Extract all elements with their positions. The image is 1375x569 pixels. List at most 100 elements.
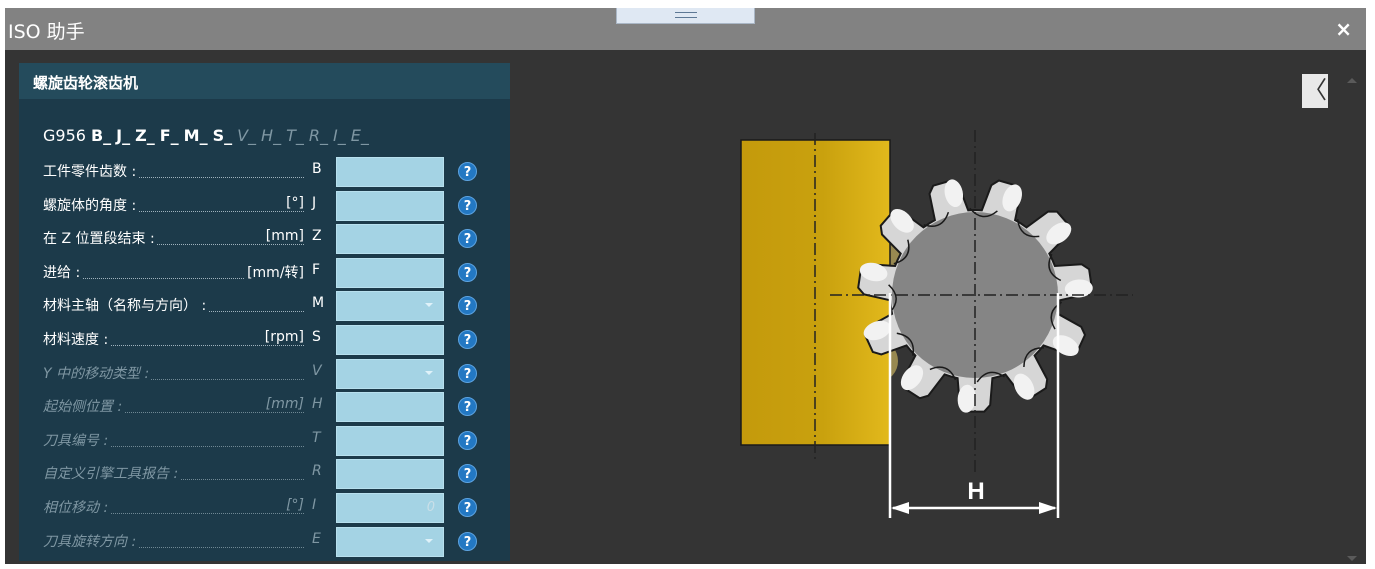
param-letter: S (312, 329, 321, 345)
param-input[interactable] (336, 426, 444, 456)
scroll-down-icon[interactable] (1347, 556, 1357, 561)
param-letter: I (312, 497, 317, 513)
param-unit: [rpm] (262, 329, 304, 345)
drag-handle-icon (675, 12, 697, 18)
param-unit: [mm/转] (245, 262, 304, 282)
param-label-text: 刀具旋转方向 : (43, 531, 139, 551)
param-label: 刀具编号 : (43, 430, 304, 452)
param-label-text: 起始侧位置 : (43, 396, 125, 416)
gcode-param-inactive: H_ (261, 126, 282, 145)
param-input[interactable] (336, 325, 444, 355)
param-row-z: 在 Z 位置段结束 : [mm] Z? (43, 224, 495, 254)
help-icon[interactable]: ? (458, 162, 477, 181)
gcode-param-inactive: I_ (332, 126, 346, 145)
help-icon[interactable]: ? (458, 397, 477, 416)
param-letter: R (312, 463, 322, 479)
dimension-arrow-right (1039, 502, 1057, 514)
param-label: 在 Z 位置段结束 : [mm] (43, 228, 304, 250)
scroll-up-icon[interactable] (1347, 78, 1357, 83)
param-row-v: Y 中的移动类型 : V? (43, 359, 495, 389)
gcode-param-inactive: T_ (286, 126, 304, 145)
help-icon[interactable]: ? (458, 498, 477, 517)
param-row-f: 进给 : [mm/转] F? (43, 258, 495, 288)
param-label: 相位移动 : [°] (43, 497, 304, 519)
param-label: Y 中的移动类型 : (43, 363, 304, 385)
param-unit: [°] (284, 195, 304, 211)
gcode-param-inactive: E_ (350, 126, 369, 145)
dropdown-arrow-icon (425, 539, 433, 543)
param-dropdown[interactable] (336, 291, 444, 321)
window-title: ISO 助手 (8, 21, 85, 43)
gcode-param-active: Z_ (135, 126, 155, 145)
panel-title: 螺旋齿轮滚齿机 (33, 74, 139, 92)
param-row-m: 材料主轴（名称与方向） : M? (43, 291, 495, 321)
param-label-text: 工件零件齿数 : (43, 161, 139, 181)
param-label: 刀具旋转方向 : (43, 531, 304, 553)
param-letter: H (312, 396, 323, 412)
gcode-param-inactive: R_ (308, 126, 328, 145)
gcode-param-active: S_ (212, 126, 233, 145)
param-label-text: 材料速度 : (43, 329, 111, 349)
param-label: 自定义引擎工具报告 : (43, 463, 304, 485)
collapse-icon[interactable]: 〈 (1302, 74, 1328, 108)
param-label-text: 相位移动 : (43, 497, 111, 517)
help-icon[interactable]: ? (458, 229, 477, 248)
help-icon[interactable]: ? (458, 464, 477, 483)
param-label: 工件零件齿数 : (43, 161, 304, 183)
param-label: 起始侧位置 : [mm] (43, 396, 304, 418)
param-letter: F (312, 262, 321, 278)
param-letter: V (312, 363, 322, 379)
help-icon[interactable]: ? (458, 263, 477, 282)
help-icon[interactable]: ? (458, 330, 477, 349)
dimension-label: H (967, 478, 984, 505)
help-icon[interactable]: ? (458, 431, 477, 450)
gcode-param-active: F_ (159, 126, 179, 145)
param-input[interactable]: 0 (336, 493, 444, 523)
param-input[interactable] (336, 224, 444, 254)
param-input[interactable] (336, 191, 444, 221)
param-value: 0 (426, 500, 435, 515)
dropdown-arrow-icon (425, 303, 433, 307)
param-label-text: 材料主轴（名称与方向） : (43, 295, 209, 315)
param-dropdown[interactable] (336, 359, 444, 389)
param-row-t: 刀具编号 : T? (43, 426, 495, 456)
help-icon[interactable]: ? (458, 296, 477, 315)
param-letter: B (312, 161, 322, 177)
param-label-text: 进给 : (43, 262, 83, 282)
param-row-b: 工件零件齿数 : B? (43, 157, 495, 187)
dropdown-arrow-icon (425, 371, 433, 375)
param-row-h: 起始侧位置 : [mm] H? (43, 392, 495, 422)
param-label-text: Y 中的移动类型 : (43, 363, 152, 383)
param-input[interactable] (336, 392, 444, 422)
param-letter: M (312, 295, 325, 311)
parameter-panel: 螺旋齿轮滚齿机 G956 B_ J_ Z_ F_ M_ S_ V_ H_ T_ R_ I_ E_ 工件零… (19, 63, 510, 561)
iso-assistant-window: ISO 助手 × 螺旋齿轮滚齿机 G956 B_ J_ Z_ F_ M_ S_ V_ H_ T_ R… (5, 8, 1366, 564)
param-input[interactable] (336, 459, 444, 489)
param-input[interactable] (336, 157, 444, 187)
help-icon[interactable]: ? (458, 196, 477, 215)
param-unit: [°] (284, 497, 304, 513)
help-icon[interactable]: ? (458, 532, 477, 551)
gcode-param-active: B_ (90, 126, 112, 145)
help-icon[interactable]: ? (458, 364, 477, 383)
param-row-e: 刀具旋转方向 : E? (43, 527, 495, 557)
param-label: 螺旋体的角度 : [°] (43, 195, 304, 217)
param-label-text: 在 Z 位置段结束 : (43, 228, 157, 248)
dimension-arrow-left (891, 502, 909, 514)
param-input[interactable] (336, 258, 444, 288)
hobbing-diagram: H (740, 130, 1133, 518)
param-label-text: 螺旋体的角度 : (43, 195, 139, 215)
param-label-text: 刀具编号 : (43, 430, 111, 450)
param-row-i: 相位移动 : [°] I 0? (43, 493, 495, 523)
param-label: 材料主轴（名称与方向） : (43, 295, 304, 317)
gcode-param-inactive: V_ (237, 126, 257, 145)
gcode-line: G956 B_ J_ Z_ F_ M_ S_ V_ H_ T_ R_ I_ E_ (43, 126, 374, 146)
gcode-param-active: M_ (183, 126, 208, 145)
param-label-text: 自定义引擎工具报告 : (43, 463, 181, 483)
close-icon[interactable]: × (1335, 17, 1352, 41)
param-label: 进给 : [mm/转] (43, 262, 304, 284)
param-row-s: 材料速度 : [rpm] S? (43, 325, 495, 355)
param-dropdown[interactable] (336, 527, 444, 557)
param-row-r: 自定义引擎工具报告 : R? (43, 459, 495, 489)
drag-handle[interactable] (616, 8, 755, 24)
